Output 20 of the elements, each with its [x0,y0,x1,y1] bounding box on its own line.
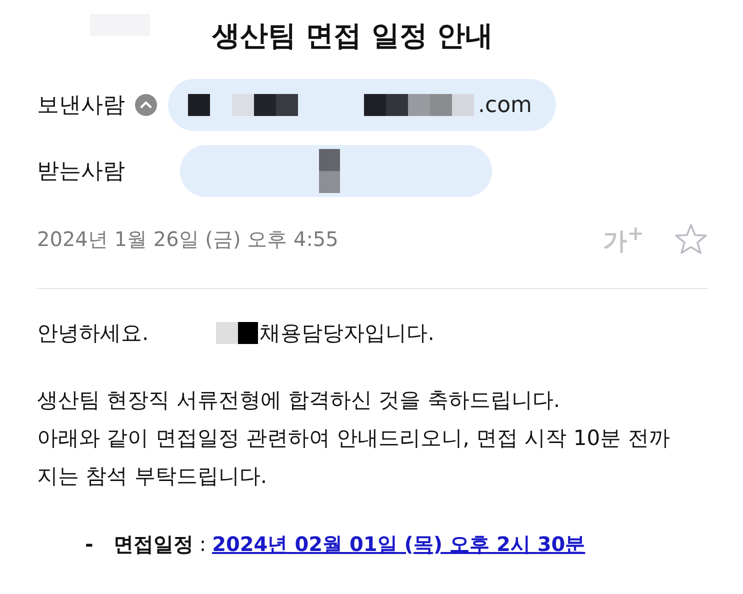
schedule-link[interactable]: 2024년 02월 01일 (목) 오후 2시 30분 [212,531,586,558]
sender-address: .com [478,92,532,118]
sent-date: 2024년 1월 26일 (금) 오후 4:55 [37,226,340,252]
greeting-text: 채용담당자입니다. [260,320,434,347]
redaction-mark [318,149,340,193]
redaction-mark [238,322,258,344]
redaction-mark [216,322,238,344]
recipient-chip[interactable] [180,145,492,197]
body-text: 생산팀 현장직 서류전형에 합격하신 것을 축하드립니다. [37,387,562,414]
sender-address-chip[interactable]: .com [168,79,556,131]
body-text: 아래와 같이 면접일정 관련하여 안내드리오니, 면접 시작 10분 전까지는 참석 부탁드립니다. [37,425,671,490]
separator-text: : [199,532,206,556]
bullet-mark: - [85,532,94,556]
email-subject: 생산팀 면접 일정 안내 [212,18,494,54]
sender-label: 보낸사람 [37,92,125,120]
schedule-label: 면접일정 [113,531,194,558]
greeting-text: 안녕하세요. [37,320,149,347]
recipient-label: 받는사람 [37,158,126,186]
star-icon[interactable] [674,223,708,255]
chevron-icon[interactable] [135,94,157,116]
